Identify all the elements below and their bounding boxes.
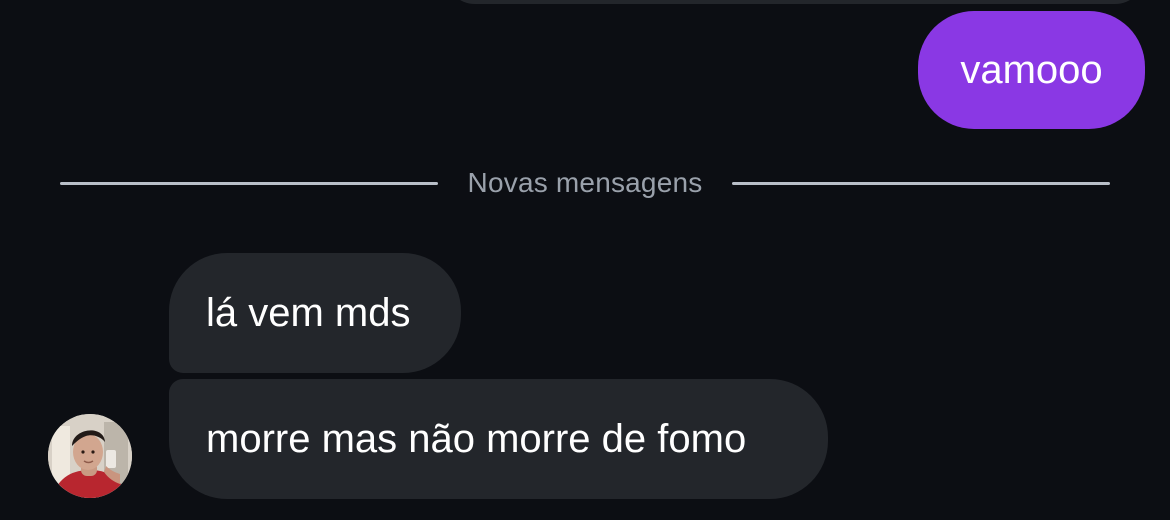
outgoing-message-bubble[interactable]: vamooo xyxy=(918,11,1145,129)
new-messages-divider: Novas mensagens xyxy=(60,160,1110,206)
avatar-icon xyxy=(48,414,132,498)
incoming-message-bubble[interactable]: lá vem mds xyxy=(169,253,461,373)
divider-line-left xyxy=(60,181,438,185)
incoming-message-bubble[interactable]: morre mas não morre de fomo xyxy=(169,379,828,499)
divider-line-right xyxy=(732,181,1110,185)
new-messages-label: Novas mensagens xyxy=(467,167,703,198)
incoming-message-text: morre mas não morre de fomo xyxy=(206,417,747,461)
contact-avatar[interactable] xyxy=(48,414,132,498)
incoming-message-text: lá vem mds xyxy=(206,291,411,335)
chat-thread: vamooo Novas mensagens lá vem mds morre … xyxy=(0,0,1170,520)
outgoing-message-text: vamooo xyxy=(960,48,1103,92)
previous-message-bubble[interactable] xyxy=(445,0,1145,4)
